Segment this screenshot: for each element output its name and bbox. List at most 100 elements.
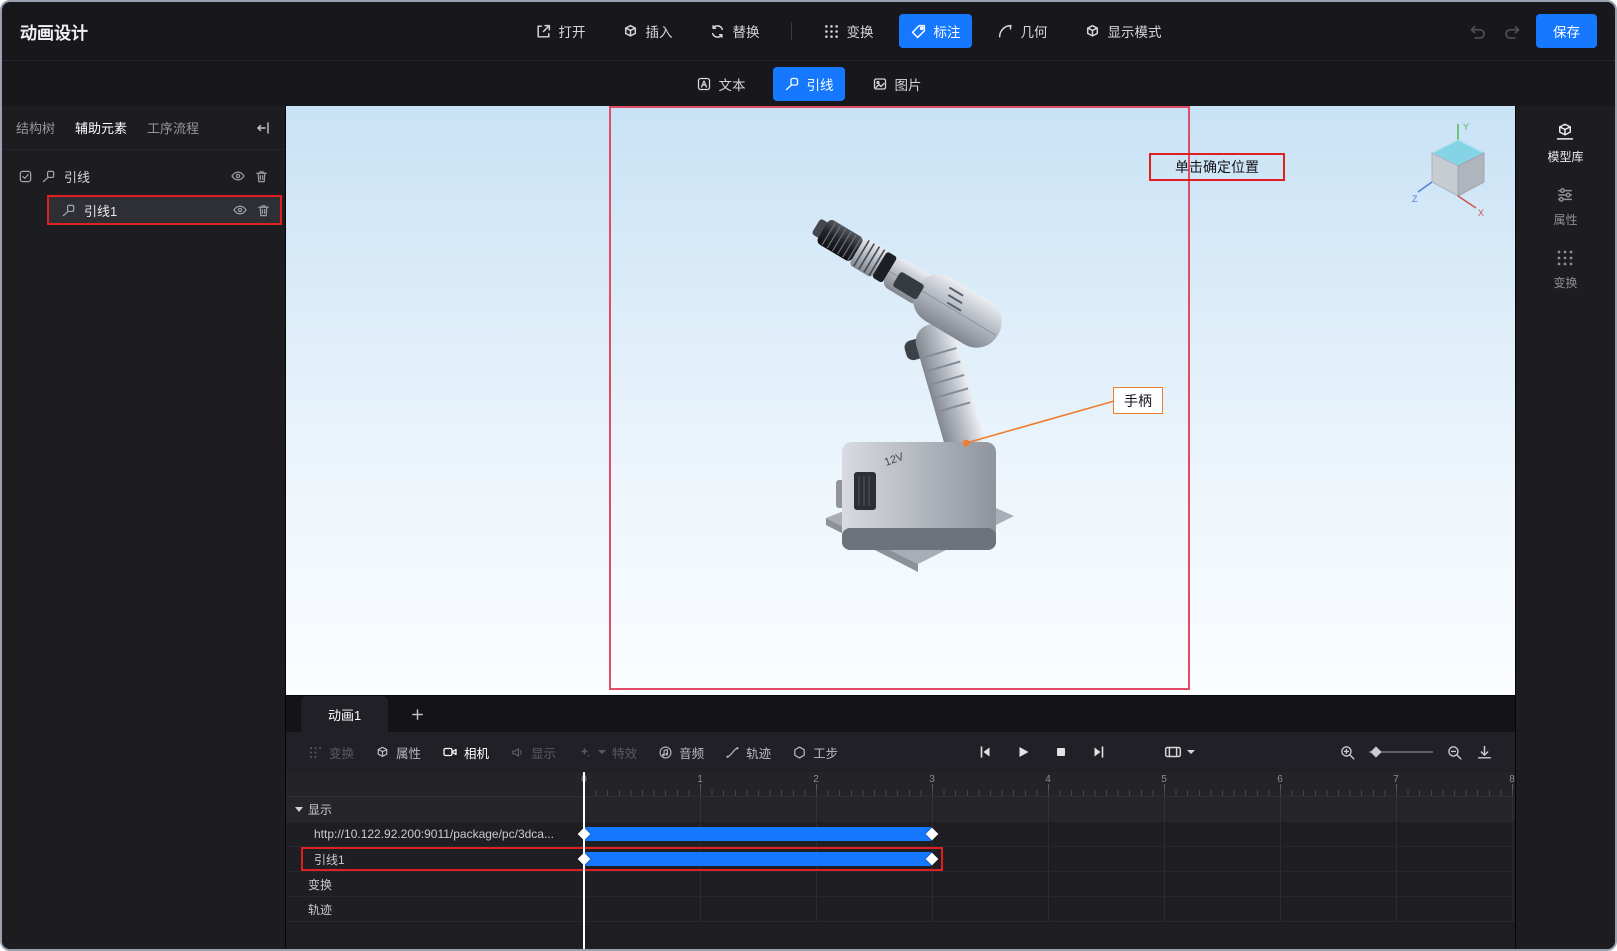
playhead[interactable] <box>583 772 585 949</box>
leader-annotation-button[interactable]: 引线 <box>772 66 845 101</box>
timeline-zoom-slider[interactable] <box>1369 745 1433 759</box>
timeline-ruler[interactable]: 012345678 <box>286 772 1515 797</box>
tool-workstep-label: 工步 <box>813 746 839 761</box>
play-button[interactable] <box>1015 744 1031 760</box>
tool-effects-label: 特效 <box>612 746 638 761</box>
chevron-down-icon <box>598 750 607 754</box>
text-annotation-button[interactable]: 文本 <box>685 67 757 101</box>
drill-battery: 12V <box>836 442 996 550</box>
sidebar-item-properties[interactable]: 属性 <box>1553 185 1578 228</box>
insert-button[interactable]: 插入 <box>611 14 684 48</box>
tool-trajectory-label: 轨迹 <box>746 746 772 761</box>
placement-hint-box[interactable]: 单击确定位置 <box>1149 153 1285 181</box>
replace-button[interactable]: 替换 <box>698 14 771 48</box>
replace-label: 替换 <box>732 25 760 40</box>
timeline-track-model[interactable]: http://10.122.92.200:9011/package/pc/3dc… <box>286 822 1515 847</box>
tool-properties-label: 属性 <box>396 746 422 761</box>
visibility-eye-icon[interactable] <box>232 202 248 218</box>
transform-button[interactable]: 变换 <box>812 14 885 48</box>
leader-annotation-box[interactable]: 手柄 <box>1113 387 1163 414</box>
annotate-icon <box>911 24 925 38</box>
save-button[interactable]: 保存 <box>1536 14 1597 48</box>
tool-effects[interactable]: 特效 <box>577 743 637 762</box>
animation-tab-label: 动画1 <box>328 707 362 723</box>
tree-item-label: 引线1 <box>84 203 118 219</box>
ruler-tick-label: 8 <box>1509 774 1515 785</box>
tab-process-flow[interactable]: 工序流程 <box>147 118 199 137</box>
image-icon <box>873 77 886 90</box>
display-mode-button[interactable]: 显示模式 <box>1073 14 1173 48</box>
timeline-body: 012345678 显示 http://10.122.92.200:9011/p… <box>286 772 1515 949</box>
annotate-button[interactable]: 标注 <box>898 14 972 48</box>
tab-aux-elements[interactable]: 辅助元素 <box>75 118 127 137</box>
sidebar-item-model-library[interactable]: 模型库 <box>1547 122 1584 165</box>
tool-camera[interactable]: 相机 <box>442 743 489 762</box>
tool-trajectory[interactable]: 轨迹 <box>725 743 771 762</box>
insert-label: 插入 <box>645 25 673 40</box>
image-label: 图片 <box>894 77 922 93</box>
stop-icon <box>1056 748 1065 756</box>
timeline-clip-bar[interactable] <box>584 852 932 866</box>
stop-button[interactable] <box>1053 744 1069 760</box>
text-icon <box>697 77 710 90</box>
timeline-track-leader1[interactable]: 引线1 <box>286 847 1515 872</box>
redo-button[interactable] <box>1501 20 1524 43</box>
tool-transform[interactable]: 变换 <box>308 743 354 762</box>
play-icon <box>1019 747 1029 757</box>
tool-properties[interactable]: 属性 <box>375 743 421 762</box>
image-annotation-button[interactable]: 图片 <box>861 67 933 101</box>
replace-icon <box>711 24 723 38</box>
export-download-button[interactable] <box>1476 744 1493 761</box>
animation-tab[interactable]: 动画1 <box>301 696 389 732</box>
center-column: 12V 单击确定位置 手柄 Y Z X 动画1 变换 属性 相机 显示 特效 音… <box>286 106 1515 949</box>
undo-button[interactable] <box>1466 20 1489 43</box>
timeline-group-trajectory[interactable]: 轨迹 <box>286 897 1515 922</box>
viewport-3d[interactable]: 12V 单击确定位置 手柄 Y Z X <box>286 106 1515 695</box>
annotation-toolbar: 文本 引线 图片 <box>2 60 1615 106</box>
framerate-dropdown[interactable] <box>1158 742 1201 762</box>
checkbox-checked-icon[interactable] <box>18 169 33 184</box>
top-bar: 动画设计 打开 插入 替换 变换 标注 几何 显示模式 保存 <box>2 2 1615 60</box>
timeline-group-transform[interactable]: 变换 <box>286 872 1515 897</box>
download-icon <box>1477 745 1492 759</box>
ruler-tick-label: 6 <box>1277 774 1283 785</box>
transform-icon <box>309 746 322 758</box>
zoom-out-button[interactable] <box>1446 744 1463 761</box>
ruler-tick-label: 5 <box>1161 774 1167 785</box>
sidebar-item-label: 模型库 <box>1547 150 1584 164</box>
skip-forward-button[interactable] <box>1091 744 1107 760</box>
tool-camera-label: 相机 <box>464 746 490 761</box>
open-button[interactable]: 打开 <box>524 14 597 48</box>
tree-item-leader1[interactable]: 引线1 <box>47 195 282 225</box>
skip-back-button[interactable] <box>977 744 993 760</box>
tool-display-label: 显示 <box>531 746 557 761</box>
tool-workstep[interactable]: 工步 <box>792 743 838 762</box>
filmstrip-icon <box>1164 746 1181 758</box>
app-window: 动画设计 打开 插入 替换 变换 标注 几何 显示模式 保存 文本 引线 图片 … <box>0 0 1617 951</box>
delete-trash-icon[interactable] <box>256 203 271 218</box>
right-sidebar: 模型库 属性 变换 <box>1515 106 1615 949</box>
slider-handle[interactable] <box>1370 746 1382 758</box>
tree-group-leader[interactable]: 引线 <box>2 160 285 192</box>
tool-audio[interactable]: 音频 <box>658 743 704 762</box>
tab-structure-tree[interactable]: 结构树 <box>16 118 55 137</box>
sparkle-icon <box>580 747 590 757</box>
timeline-group-display[interactable]: 显示 <box>286 797 1515 822</box>
collapse-arrow-icon[interactable] <box>295 806 303 812</box>
ruler-tick-label: 1 <box>697 774 703 785</box>
delete-trash-icon[interactable] <box>254 169 269 184</box>
track-label: 显示 <box>308 802 333 817</box>
geometry-button[interactable]: 几何 <box>986 14 1059 48</box>
add-animation-button[interactable] <box>404 696 431 732</box>
drill-model[interactable]: 12V <box>786 216 1026 576</box>
zoom-in-button[interactable] <box>1339 744 1356 761</box>
visibility-eye-icon[interactable] <box>230 168 246 184</box>
skip-back-icon <box>980 746 990 758</box>
tool-display[interactable]: 显示 <box>510 743 556 762</box>
leader-type-icon <box>42 170 55 182</box>
collapse-panel-button[interactable] <box>255 120 271 136</box>
sidebar-item-transform[interactable]: 变换 <box>1553 248 1578 291</box>
view-cube[interactable]: Y Z X <box>1410 118 1506 222</box>
timeline-clip-bar[interactable] <box>584 827 932 841</box>
open-label: 打开 <box>558 25 586 40</box>
